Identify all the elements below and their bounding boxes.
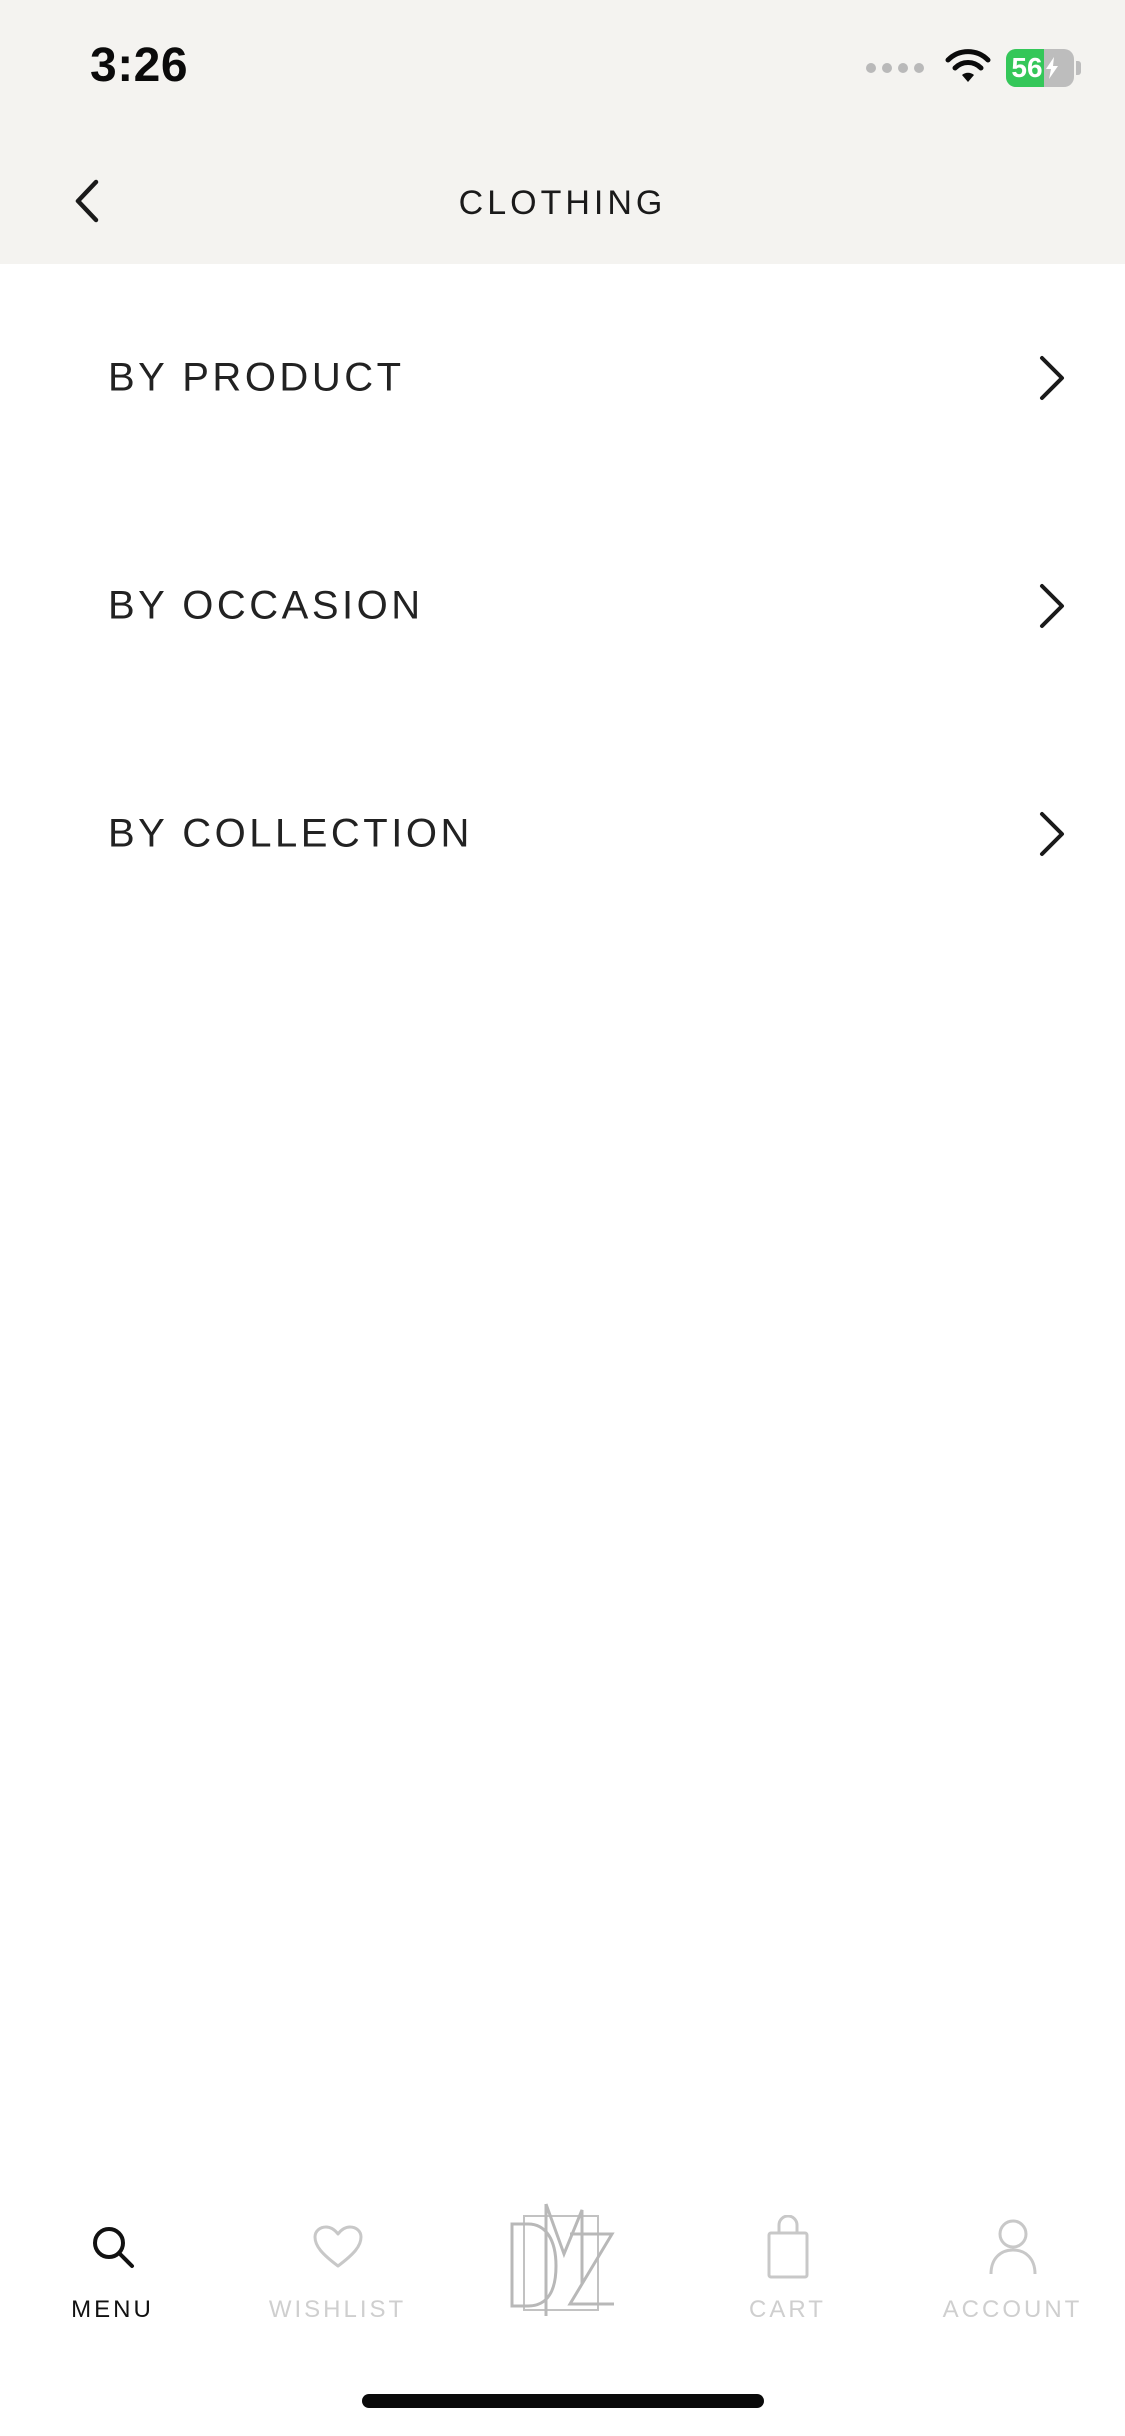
battery-level: 56 <box>1011 52 1043 83</box>
user-icon <box>987 2210 1039 2284</box>
shopping-bag-icon <box>765 2210 811 2284</box>
menu-list: BY PRODUCT BY OCCASION BY COLLECTION <box>0 264 1125 948</box>
charging-bolt-icon <box>1045 57 1058 79</box>
heart-icon <box>312 2210 364 2284</box>
search-icon <box>90 2210 136 2284</box>
menu-item-label: BY OCCASION <box>108 583 424 628</box>
menu-item-by-collection[interactable]: BY COLLECTION <box>0 720 1125 948</box>
menu-item-by-product[interactable]: BY PRODUCT <box>0 264 1125 492</box>
menu-item-label: BY COLLECTION <box>108 811 473 856</box>
page-title: CLOTHING <box>458 184 667 222</box>
battery-cap <box>1076 61 1081 75</box>
chevron-right-icon <box>1033 350 1073 406</box>
tab-account[interactable]: ACCOUNT <box>900 2190 1125 2340</box>
chevron-right-icon <box>1033 578 1073 634</box>
tab-label: MENU <box>71 2296 154 2323</box>
tab-home-logo[interactable] <box>450 2190 675 2340</box>
chevron-right-icon <box>1033 806 1073 862</box>
status-icons: 56 <box>866 48 1081 88</box>
cellular-signal-icon <box>866 63 924 73</box>
status-time: 3:26 <box>90 39 189 92</box>
wifi-icon <box>944 48 992 89</box>
tab-label: WISHLIST <box>268 2296 407 2323</box>
tab-wishlist[interactable]: WISHLIST <box>225 2190 450 2340</box>
tab-label: ACCOUNT <box>942 2296 1083 2323</box>
battery-charging-icon: 56 <box>1006 49 1074 87</box>
menu-item-label: BY PRODUCT <box>108 355 405 400</box>
tab-label: CART <box>749 2296 826 2323</box>
tab-menu[interactable]: MENU <box>0 2190 225 2340</box>
brand-logo-icon <box>508 2194 618 2318</box>
tab-cart[interactable]: CART <box>675 2190 900 2340</box>
tab-bar: MENU WISHLIST CART ACCOUNT <box>0 2190 1125 2340</box>
menu-item-by-occasion[interactable]: BY OCCASION <box>0 492 1125 720</box>
home-indicator <box>362 2394 764 2408</box>
